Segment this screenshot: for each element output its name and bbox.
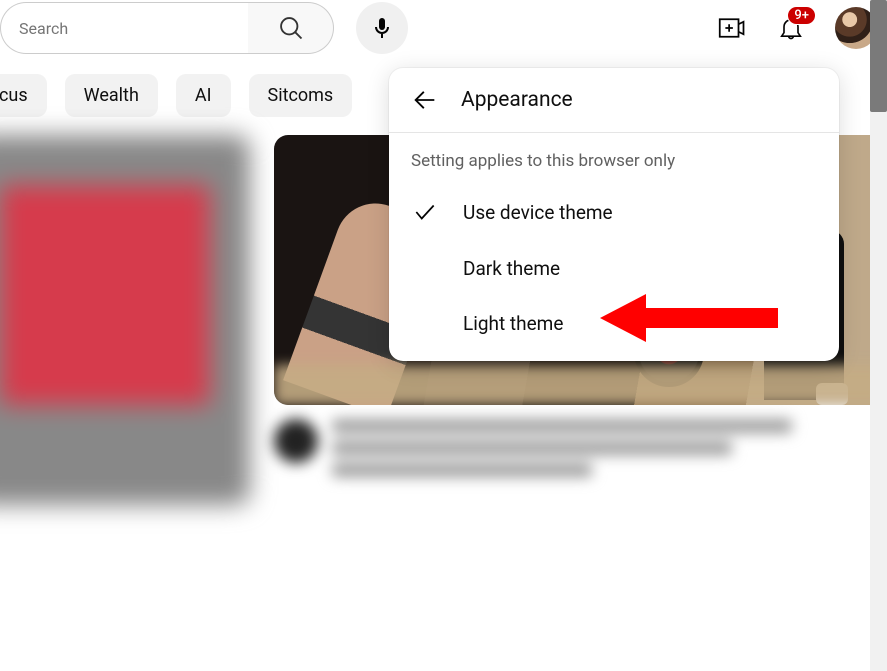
create-button[interactable] <box>711 8 751 48</box>
menu-item-label: Use device theme <box>463 201 613 224</box>
menu-item-label: Dark theme <box>463 257 560 280</box>
scrollbar-track[interactable] <box>870 0 887 671</box>
voice-search-button[interactable] <box>356 2 408 54</box>
filter-chip[interactable]: cus <box>0 74 47 117</box>
appearance-menu: Appearance Setting applies to this brows… <box>389 68 839 361</box>
create-icon <box>716 13 746 43</box>
back-icon[interactable] <box>411 86 439 114</box>
microphone-icon <box>370 16 394 40</box>
menu-item-label: Light theme <box>463 312 563 335</box>
channel-avatar[interactable] <box>274 419 318 463</box>
search-icon <box>277 14 305 42</box>
video-meta <box>274 419 884 485</box>
notification-badge: 9+ <box>787 6 816 25</box>
filter-chip[interactable]: Wealth <box>65 74 158 117</box>
theme-option-light[interactable]: Light theme <box>389 296 839 351</box>
theme-option-device[interactable]: Use device theme <box>389 183 839 241</box>
notifications-button[interactable]: 9+ <box>771 8 811 48</box>
menu-subtitle: Setting applies to this browser only <box>389 133 839 183</box>
scrollbar-thumb[interactable] <box>870 0 887 112</box>
menu-title: Appearance <box>461 88 573 112</box>
filter-chip[interactable]: AI <box>176 74 231 117</box>
search-button[interactable] <box>248 2 334 54</box>
theme-option-dark[interactable]: Dark theme <box>389 241 839 296</box>
video-thumbnail[interactable] <box>0 135 250 505</box>
check-icon <box>411 199 439 225</box>
search-input[interactable] <box>0 2 248 54</box>
filter-chip[interactable]: Sitcoms <box>249 74 353 117</box>
